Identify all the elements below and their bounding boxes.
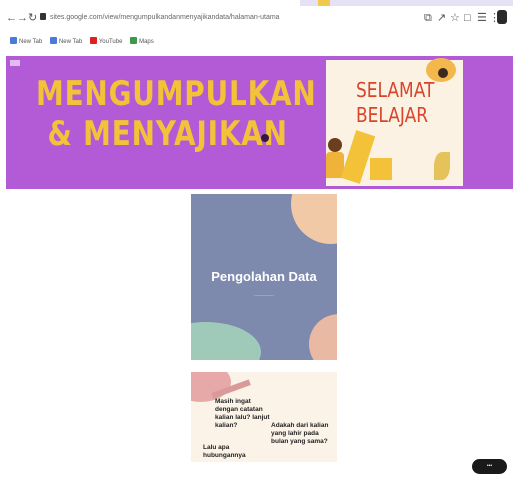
address-bar[interactable]: sites.google.com/view/mengumpulkandanmen…: [40, 11, 400, 25]
slide-questions[interactable]: Masih ingat dengan catatan kalian lalu? …: [191, 372, 337, 462]
student-head: [328, 138, 342, 152]
greeting-line2: BELAJAR: [356, 103, 429, 127]
url-text: sites.google.com/view/mengumpulkandanmen…: [50, 14, 280, 21]
site-logo: [10, 60, 20, 66]
bookmark-item[interactable]: New Tab: [10, 36, 42, 48]
greeting-card: SELAMAT BELAJAR: [326, 58, 463, 186]
avatar[interactable]: [497, 10, 507, 24]
browser-chrome: ← → ↻ sites.google.com/view/mengumpulkan…: [0, 0, 513, 56]
slide-title: Pengolahan Data: [211, 269, 317, 284]
reading-list-icon[interactable]: ☰: [477, 11, 487, 25]
header-banner: MENGUMPULKAN & MENYAJIKAN SELAMAT BELAJA…: [6, 56, 513, 189]
bookmark-item[interactable]: New Tab: [49, 36, 82, 48]
leaf-illustration: [434, 152, 450, 180]
decorative-shape: [309, 314, 337, 360]
slide-pengolahan-data[interactable]: Pengolahan Data —————: [191, 194, 337, 360]
arrow-left-icon[interactable]: ←: [6, 11, 17, 25]
decorative-shape: [291, 194, 337, 244]
greeting-line1: SELAMAT: [356, 78, 435, 102]
decorative-shape: [191, 322, 261, 360]
decorative-dot: [261, 134, 269, 142]
top-decoration: [300, 0, 513, 6]
extension-icon[interactable]: □: [464, 11, 471, 25]
decorative-shape: [438, 68, 448, 78]
question-text: Lalu apa hubungannya: [203, 444, 246, 459]
banner-title: MENGUMPULKAN & MENYAJIKAN: [36, 74, 317, 154]
bookmark-item[interactable]: Maps: [130, 36, 154, 48]
banner-title-line2: & MENYAJIKAN: [47, 114, 288, 154]
floating-action-button[interactable]: •••: [472, 459, 507, 474]
question-text: Adakah dari kalian yang lahir pada bulan…: [271, 422, 329, 445]
reload-icon[interactable]: ↻: [28, 11, 37, 25]
top-decoration-accent: [318, 0, 330, 6]
bookmark-icon: [49, 37, 57, 44]
slide-subtitle: —————: [254, 292, 274, 297]
youtube-icon: [89, 37, 97, 44]
bookmarks-bar: New Tab New Tab YouTube Maps: [10, 36, 160, 48]
bookmark-item[interactable]: YouTube: [89, 36, 122, 48]
translate-icon[interactable]: ⧉: [424, 11, 432, 25]
maps-icon: [130, 37, 138, 44]
arrow-right-icon[interactable]: →: [17, 11, 28, 25]
banner-title-line1: MENGUMPULKAN: [36, 74, 317, 114]
question-text: Masih ingat dengan catatan kalian lalu? …: [215, 398, 270, 429]
star-icon[interactable]: ☆: [450, 11, 460, 25]
lock-icon: [40, 13, 46, 20]
share-icon[interactable]: ↗: [437, 11, 446, 25]
book-illustration: [370, 158, 392, 180]
bookmark-icon: [10, 37, 17, 44]
greeting-text: SELAMAT BELAJAR: [356, 78, 434, 128]
